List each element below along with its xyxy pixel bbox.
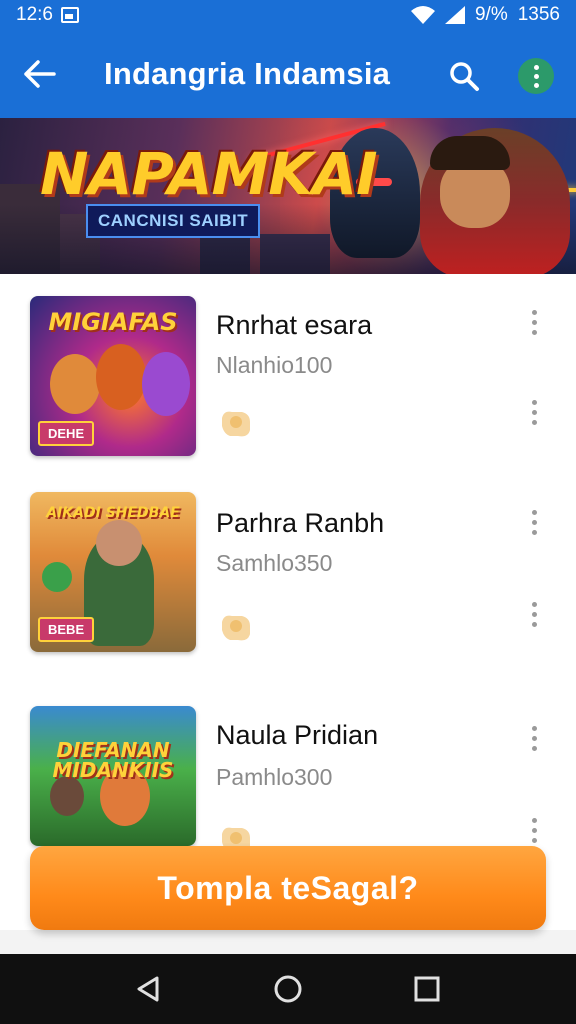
- thumbnail-title: MIGIAFAS: [48, 308, 178, 336]
- primary-cta-button[interactable]: Tompla teSagal?: [30, 846, 546, 930]
- thumbnail-badge: DEHE: [38, 421, 95, 446]
- more-options-button[interactable]: [512, 52, 560, 100]
- game-thumbnail[interactable]: DIEFANAN MIDANKIIS: [30, 706, 196, 846]
- battery-text: 9/%: [474, 4, 508, 25]
- search-icon: [450, 62, 479, 91]
- search-button[interactable]: [440, 52, 488, 100]
- item-title: Rnrhat esara: [216, 310, 373, 340]
- app-bar: Indangria Indamsia: [0, 30, 576, 118]
- arrow-left-icon: [24, 60, 56, 88]
- thumbnail-badge: BEBE: [38, 617, 95, 642]
- circle-home-icon: [274, 975, 302, 1003]
- list-item[interactable]: AIKADI SHEDBAE BEBE Parhra Ranbh Samhlo3…: [0, 484, 576, 684]
- game-thumbnail[interactable]: MIGIAFAS DEHE: [30, 296, 196, 456]
- banner-title: NAPAMKAI: [40, 140, 378, 208]
- thumbnail-title: AIKADI SHEDBAE: [46, 505, 180, 521]
- triangle-back-icon: [137, 976, 159, 1002]
- square-recents-icon: [414, 976, 440, 1002]
- item-more-button[interactable]: [522, 302, 546, 342]
- game-thumbnail[interactable]: AIKADI SHEDBAE BEBE: [30, 492, 196, 652]
- signal-icon: [444, 6, 465, 24]
- banner-tag: CANCNISI SAIBIT: [86, 204, 261, 238]
- promo-banner[interactable]: NAPAMKAI CANCNISI SAIBIT: [0, 118, 576, 274]
- cta-footer: [0, 930, 576, 954]
- hand-icon[interactable]: [216, 604, 256, 644]
- list-item[interactable]: MIGIAFAS DEHE Rnrhat esara Nlanhio100: [0, 274, 576, 474]
- nav-back-button[interactable]: [119, 959, 179, 1019]
- item-subtitle: Samhlo350: [216, 550, 333, 576]
- nav-home-button[interactable]: [258, 959, 318, 1019]
- status-time: 12:6: [16, 4, 53, 25]
- page-title: Indangria Indamsia: [104, 56, 391, 91]
- back-button[interactable]: [0, 30, 80, 118]
- item-subtitle: Pamhlo300: [216, 764, 333, 790]
- more-vert-icon: [518, 58, 554, 94]
- item-more-button[interactable]: [522, 718, 546, 758]
- item-title: Parhra Ranbh: [216, 508, 385, 538]
- hand-icon[interactable]: [216, 400, 256, 440]
- item-action-button[interactable]: [522, 392, 546, 432]
- item-more-button[interactable]: [522, 502, 546, 542]
- status-bar: 12:6 9/% 1356: [0, 0, 576, 30]
- item-subtitle: Nlanhio100: [216, 352, 333, 378]
- wifi-icon: [410, 6, 435, 24]
- thumbnail-title: DIEFANAN MIDANKIIS: [52, 738, 174, 782]
- item-title: Naula Pridian: [216, 720, 379, 750]
- nav-recents-button[interactable]: [397, 959, 457, 1019]
- item-action-button[interactable]: [522, 594, 546, 634]
- system-nav-bar: [0, 954, 576, 1024]
- item-action-button[interactable]: [522, 810, 546, 850]
- status-clock: 1356: [517, 4, 560, 25]
- image-notification-icon: [60, 7, 79, 23]
